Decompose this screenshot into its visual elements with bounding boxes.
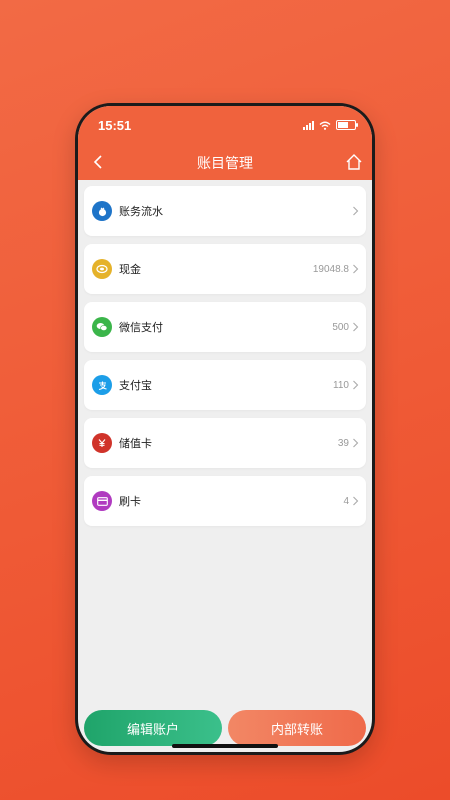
account-label: 账务流水 [119,206,163,218]
page-title: 账目管理 [197,155,253,171]
account-item-stored-value-card[interactable]: 储值卡 39 [84,418,366,468]
battery-icon [336,120,358,130]
account-label: 现金 [119,264,141,276]
status-bar: 15:51 [78,106,372,144]
account-label: 储值卡 [119,438,152,450]
wifi-icon [319,121,331,130]
chevron-right-icon [353,438,359,448]
account-item-alipay[interactable]: 支付宝 110 [84,360,366,410]
home-indicator [172,744,278,748]
edit-account-button[interactable]: 编辑账户 [84,710,222,746]
wechat-icon [92,317,112,337]
bottom-action-bar: 编辑账户 内部转账 [84,710,366,746]
account-item-ledger[interactable]: 账务流水 [84,186,366,236]
account-value: 110 [333,379,349,391]
internal-transfer-button[interactable]: 内部转账 [228,710,366,746]
account-value: 4 [343,495,349,507]
account-label: 微信支付 [119,322,163,334]
chevron-right-icon [353,322,359,332]
app-screen: 15:51 账目管理 账务流水 现金 19048.8 微信支付 500 支付宝 … [78,106,372,752]
status-icons [303,120,358,130]
yuan-card-icon [92,433,112,453]
credit-card-icon [92,491,112,511]
account-list: 账务流水 现金 19048.8 微信支付 500 支付宝 110 储值卡 39 … [84,186,366,534]
account-value: 500 [332,321,349,333]
account-item-wechat[interactable]: 微信支付 500 [84,302,366,352]
signal-icon [303,120,314,130]
account-value: 39 [337,437,349,449]
account-label: 刷卡 [119,496,141,508]
cash-icon [92,259,112,279]
chevron-right-icon [353,264,359,274]
account-value: 19048.8 [312,263,349,275]
chevron-right-icon [353,380,359,390]
chevron-right-icon [353,496,359,506]
account-label: 支付宝 [119,380,152,392]
chevron-right-icon [353,206,359,216]
account-item-cash[interactable]: 现金 19048.8 [84,244,366,294]
nav-bar: 账目管理 [78,144,372,180]
account-item-card-swipe[interactable]: 刷卡 4 [84,476,366,526]
money-bag-icon [92,201,112,221]
alipay-icon [92,375,112,395]
home-icon[interactable] [344,152,364,172]
phone-frame: 15:51 账目管理 账务流水 现金 19048.8 微信支付 500 支付宝 … [75,103,375,755]
status-time: 15:51 [98,118,132,133]
